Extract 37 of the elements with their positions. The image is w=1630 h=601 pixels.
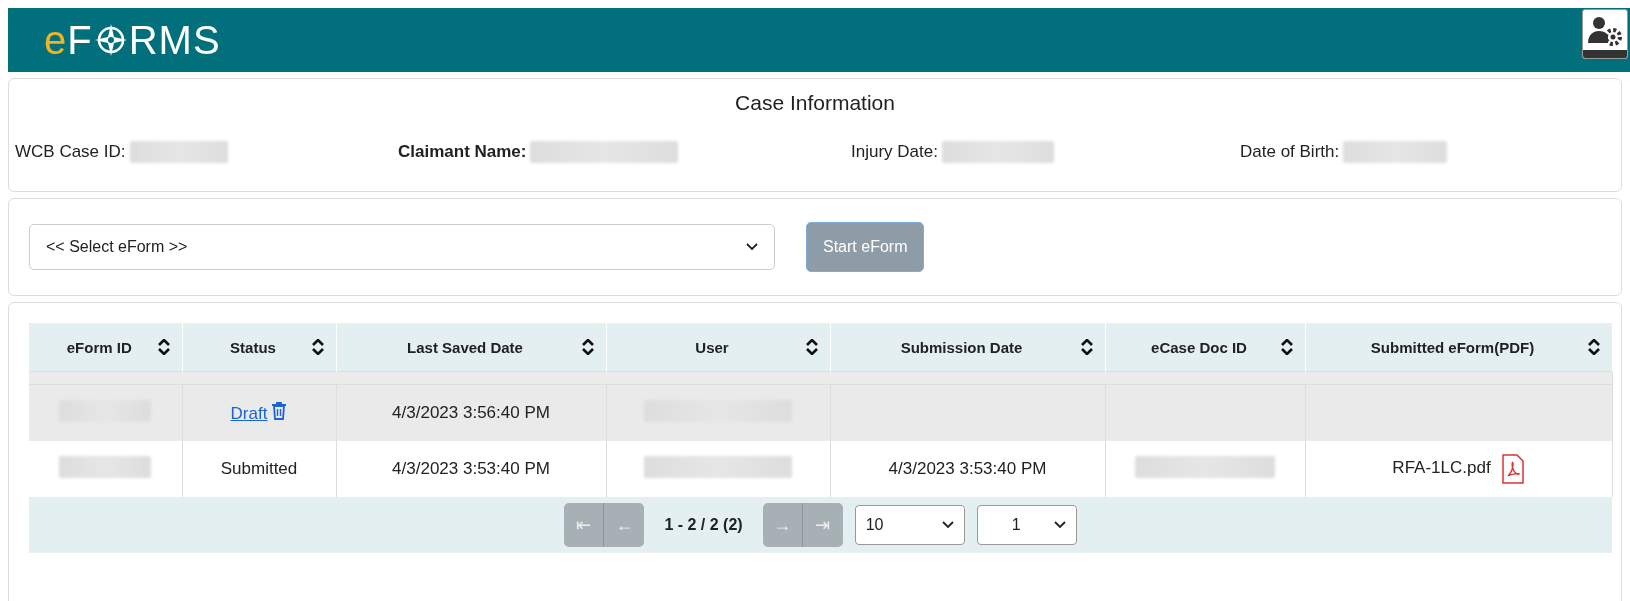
pdf-icon[interactable] bbox=[1500, 454, 1525, 484]
table-cell: 4/3/2023 3:56:40 PM bbox=[392, 403, 550, 422]
eform-select[interactable]: << Select eForm >> bbox=[29, 224, 775, 270]
table-cell: 4/3/2023 3:53:40 PM bbox=[888, 459, 1047, 478]
column-header[interactable]: Last Saved Date bbox=[336, 323, 606, 372]
column-header[interactable]: Submission Date bbox=[830, 323, 1105, 372]
admin-settings-icon[interactable] bbox=[1582, 9, 1628, 59]
chevron-down-icon bbox=[941, 521, 954, 529]
compass-icon bbox=[94, 24, 127, 56]
field-label: Injury Date: bbox=[851, 142, 938, 162]
column-header[interactable]: User bbox=[606, 323, 830, 372]
field-label: Claimant Name: bbox=[398, 142, 527, 162]
chevron-down-icon bbox=[746, 243, 758, 251]
column-header[interactable]: Status bbox=[182, 323, 336, 372]
eforms-logo: eF RMS bbox=[44, 17, 221, 63]
section-title: Case Information bbox=[734, 91, 896, 115]
page-size-select[interactable]: 10 bbox=[854, 505, 965, 545]
sort-icon[interactable] bbox=[581, 339, 594, 355]
page-summary: 1 - 2 / 2 (2) bbox=[664, 516, 743, 534]
chevron-down-icon bbox=[1053, 521, 1066, 529]
sort-icon[interactable] bbox=[1080, 339, 1093, 355]
column-header[interactable]: eForm ID bbox=[29, 323, 182, 372]
file-name: RFA-1LC.pdf bbox=[1392, 458, 1491, 478]
sort-icon[interactable] bbox=[805, 339, 818, 355]
column-header[interactable]: Submitted eForm(PDF) bbox=[1305, 323, 1612, 372]
field-label: WCB Case ID: bbox=[15, 142, 126, 162]
table-cell: Submitted bbox=[220, 459, 298, 478]
field-label: Date of Birth: bbox=[1240, 142, 1340, 162]
sort-icon[interactable] bbox=[1280, 339, 1293, 355]
trash-icon[interactable] bbox=[271, 402, 288, 420]
sort-icon[interactable] bbox=[157, 339, 170, 355]
page-select[interactable]: 1 bbox=[976, 505, 1077, 545]
sort-icon[interactable] bbox=[311, 339, 324, 355]
column-header[interactable]: eCase Doc ID bbox=[1105, 323, 1305, 372]
status-link[interactable]: Draft bbox=[230, 404, 268, 423]
sort-icon[interactable] bbox=[1587, 339, 1600, 355]
table-cell: 4/3/2023 3:53:40 PM bbox=[392, 459, 550, 478]
